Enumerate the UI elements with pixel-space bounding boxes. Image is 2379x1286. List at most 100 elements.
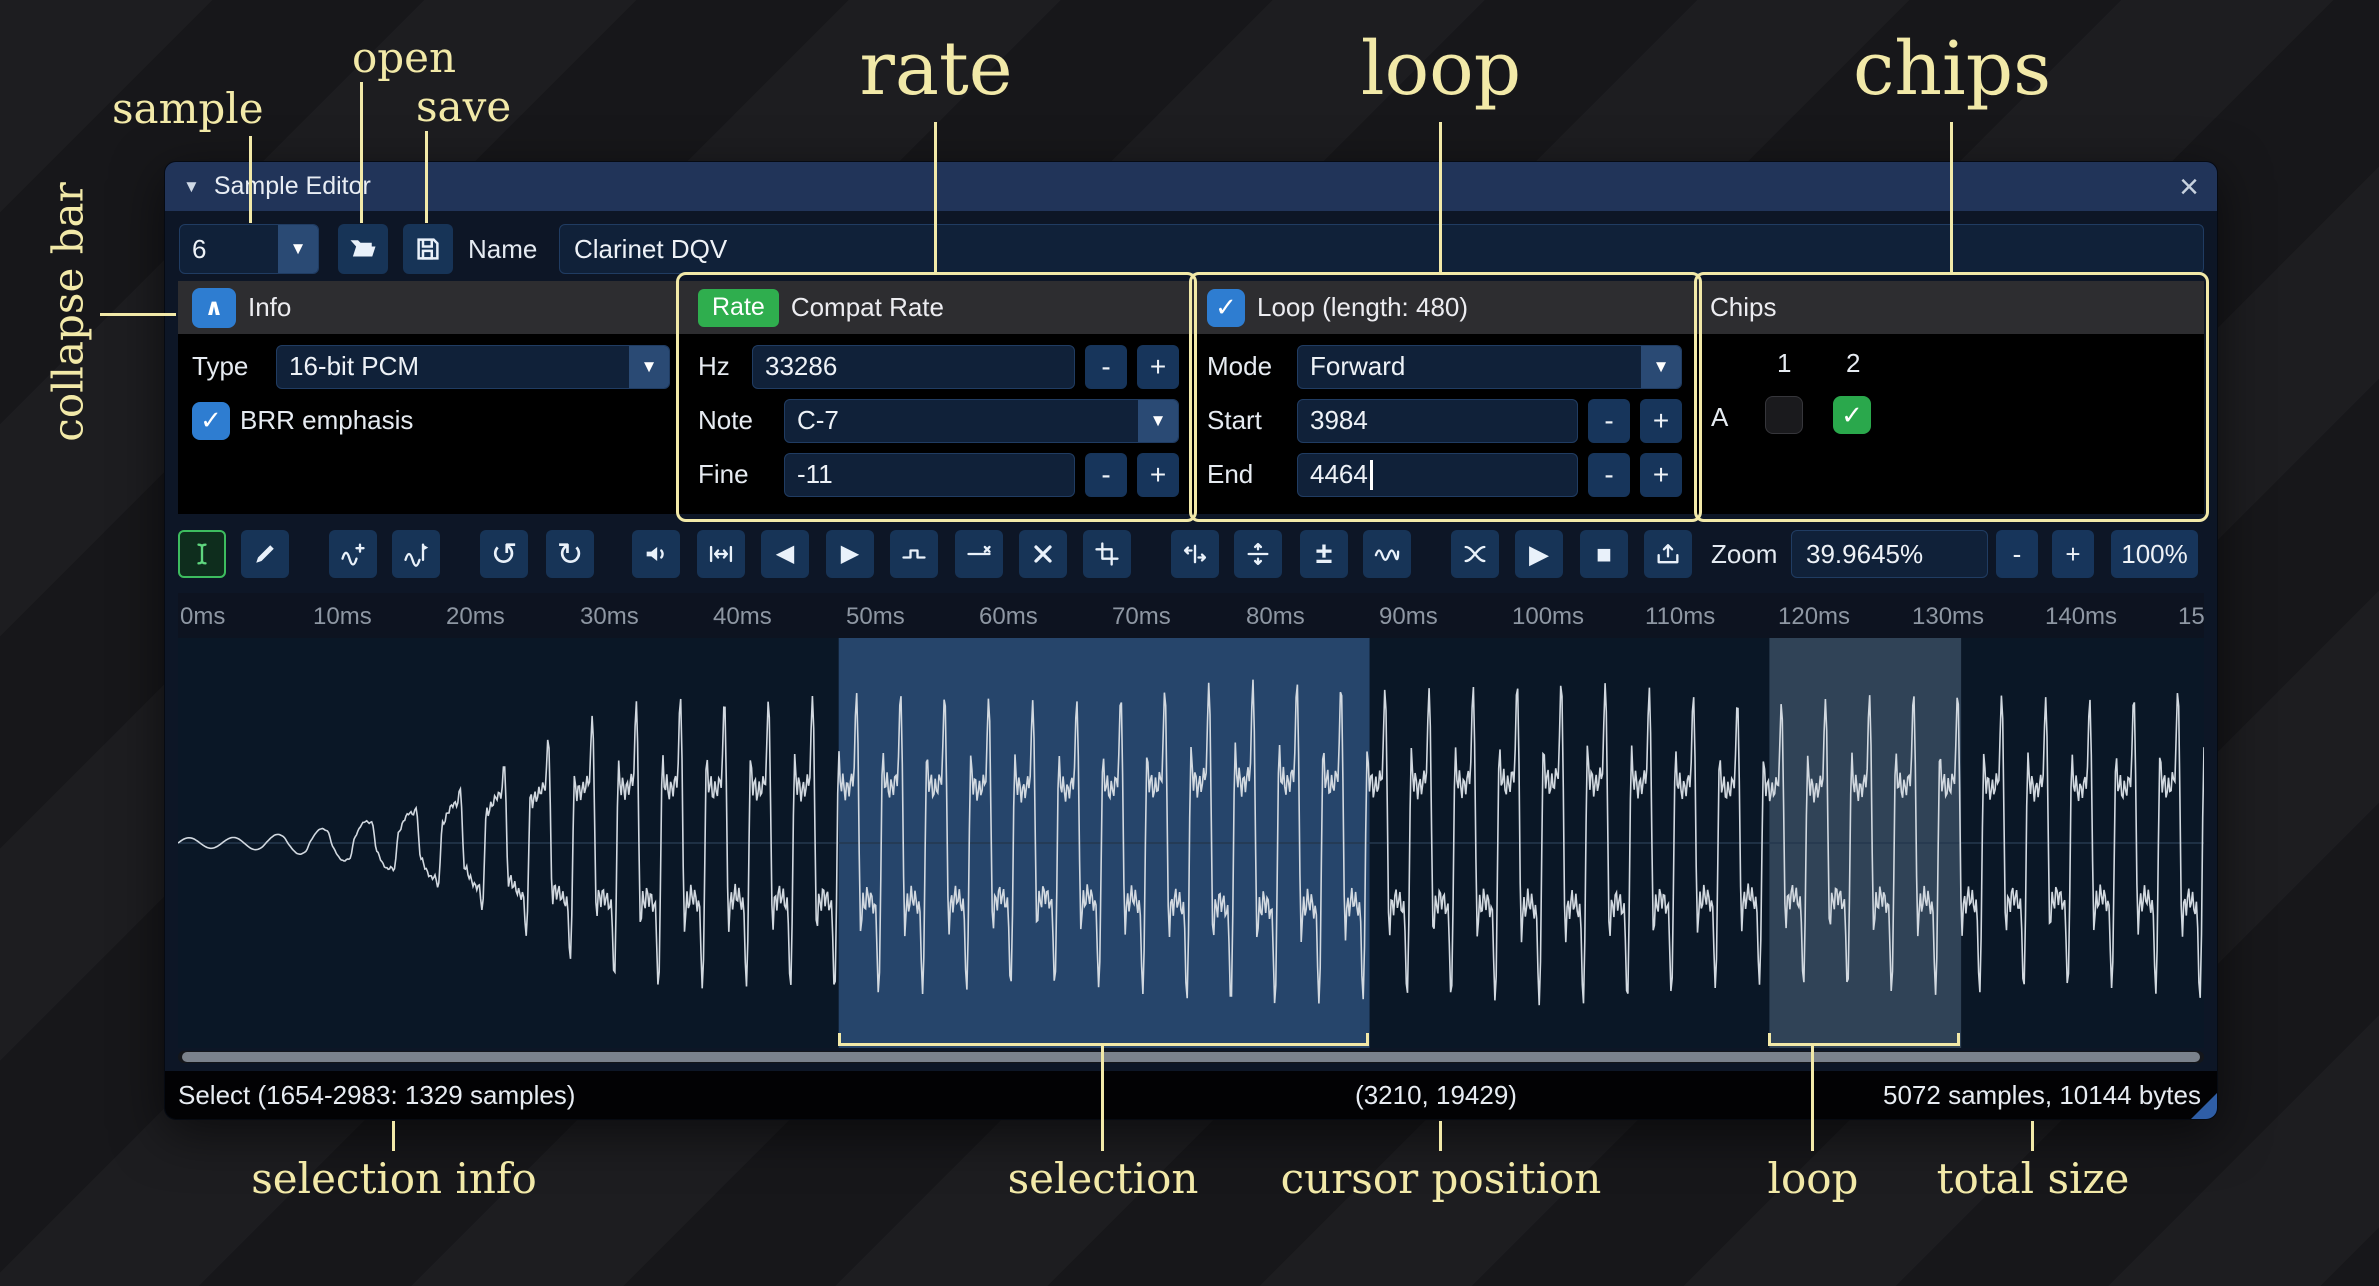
annotation-selection-info: selection info — [251, 1154, 537, 1203]
sample-name-input[interactable]: Clarinet DQV — [559, 224, 2204, 274]
draw-tool-button[interactable] — [241, 530, 289, 578]
selection-bracket — [838, 1033, 1369, 1046]
ruler-label: 100ms — [1512, 603, 1584, 631]
annotation-line — [360, 82, 363, 223]
annotation-cursor-position: cursor position — [1281, 1154, 1602, 1203]
create-instrument-button[interactable] — [1644, 530, 1692, 578]
stop-preview-button[interactable]: ■ — [1580, 530, 1628, 578]
reverse-icon — [1181, 540, 1209, 568]
resize-wave-icon — [339, 540, 367, 568]
ruler-label: 50ms — [846, 603, 905, 631]
amplify-button[interactable] — [632, 530, 680, 578]
brr-emphasis-checkbox[interactable]: ✓ — [192, 402, 230, 440]
close-icon[interactable]: × — [2179, 170, 2199, 204]
fade-in-button[interactable]: ◀ — [761, 530, 809, 578]
type-label: Type — [192, 351, 266, 382]
crossfade-icon — [1461, 540, 1489, 568]
fade-out-button[interactable]: ▶ — [826, 530, 874, 578]
normalize-icon — [707, 540, 735, 568]
pencil-icon — [251, 540, 279, 568]
waveform-svg — [178, 638, 2204, 1048]
annotation-sample: sample — [112, 84, 264, 133]
status-total-size: 5072 samples, 10144 bytes — [1883, 1071, 2201, 1119]
ruler-label: 60ms — [979, 603, 1038, 631]
waveform-scrollbar[interactable] — [178, 1051, 2204, 1063]
annotation-line — [1101, 1046, 1104, 1151]
scrollbar-thumb[interactable] — [182, 1052, 2200, 1062]
invert-icon — [1244, 540, 1272, 568]
zoom-reset-button[interactable]: 100% — [2111, 530, 2198, 578]
floppy-disk-icon — [413, 234, 443, 264]
loop-bracket — [1768, 1033, 1960, 1046]
sample-type-value: 16-bit PCM — [277, 351, 629, 382]
play-icon: ▶ — [1529, 541, 1549, 567]
zoom-out-button[interactable]: - — [1996, 530, 2038, 578]
trim-button[interactable] — [1083, 530, 1131, 578]
reverse-button[interactable] — [1171, 530, 1219, 578]
annotation-line — [425, 131, 428, 223]
dropdown-arrow-icon: ▼ — [278, 225, 318, 273]
waveform-display[interactable] — [178, 638, 2204, 1048]
annotation-line — [100, 313, 176, 316]
plus-minus-icon: ± — [1316, 539, 1332, 569]
sample-selector-dropdown[interactable]: 6 ▼ — [179, 224, 319, 274]
crossfade-loop-button[interactable] — [1451, 530, 1499, 578]
ruler-label: 40ms — [713, 603, 772, 631]
crop-icon — [1093, 540, 1121, 568]
annotation-line — [1439, 1121, 1442, 1151]
invert-button[interactable] — [1234, 530, 1282, 578]
filter-wave-icon — [1373, 540, 1401, 568]
annotation-open: open — [352, 33, 456, 82]
sample-name-value: Clarinet DQV — [574, 234, 727, 265]
info-panel-title: Info — [248, 292, 291, 323]
speaker-icon — [642, 540, 670, 568]
save-sample-button[interactable] — [403, 224, 453, 274]
normalize-button[interactable] — [697, 530, 745, 578]
resize-button[interactable] — [329, 530, 377, 578]
ruler-label: 10ms — [313, 603, 372, 631]
window-title: Sample Editor — [214, 172, 371, 201]
rate-highlight-box — [676, 272, 1197, 522]
filter-button[interactable] — [1363, 530, 1411, 578]
timeline-ruler: 0ms 10ms 20ms 30ms 40ms 50ms 60ms 70ms 8… — [178, 593, 2204, 638]
name-label: Name — [468, 224, 537, 274]
resample-wave-icon — [402, 540, 430, 568]
collapse-chevron-button[interactable]: ∧ — [192, 288, 236, 328]
annotation-loop-bottom: loop — [1768, 1154, 1859, 1203]
ruler-label: 130ms — [1912, 603, 1984, 631]
window-resize-grip[interactable] — [2191, 1093, 2217, 1119]
delete-button[interactable] — [1019, 530, 1067, 578]
open-sample-button[interactable] — [338, 224, 388, 274]
status-selection-info: Select (1654-2983: 1329 samples) — [178, 1071, 575, 1119]
zoom-in-button[interactable]: + — [2052, 530, 2094, 578]
resample-button[interactable] — [392, 530, 440, 578]
ruler-label: 0ms — [180, 603, 225, 631]
sign-invert-button[interactable]: ± — [1300, 530, 1348, 578]
zoom-label: Zoom — [1711, 530, 1777, 578]
annotation-collapse-bar: collapse bar — [44, 182, 93, 441]
insert-silence-button[interactable] — [890, 530, 938, 578]
ruler-label: 80ms — [1246, 603, 1305, 631]
select-tool-button[interactable] — [178, 530, 226, 578]
redo-icon: ↻ — [557, 538, 584, 570]
preview-sample-button[interactable]: ▶ — [1515, 530, 1563, 578]
apply-silence-button[interactable] — [955, 530, 1003, 578]
annotation-chips: chips — [1853, 26, 2051, 112]
sample-type-dropdown[interactable]: 16-bit PCM ▼ — [276, 345, 670, 389]
status-bar: Select (1654-2983: 1329 samples) (3210, … — [165, 1071, 2217, 1119]
annotation-line — [249, 136, 252, 223]
annotation-save: save — [416, 82, 511, 131]
fade-out-icon: ▶ — [841, 542, 859, 566]
desktop-background: ▼ Sample Editor × 6 ▼ Name Clarinet DQV — [0, 0, 2379, 1286]
fade-in-icon: ◀ — [776, 542, 794, 566]
apply-silence-icon — [965, 540, 993, 568]
redo-button[interactable]: ↻ — [546, 530, 594, 578]
undo-icon: ↺ — [491, 538, 518, 570]
brr-emphasis-label: BRR emphasis — [240, 405, 413, 436]
window-collapse-icon[interactable]: ▼ — [183, 177, 200, 197]
undo-button[interactable]: ↺ — [480, 530, 528, 578]
titlebar[interactable]: ▼ Sample Editor × — [165, 162, 2217, 211]
zoom-input[interactable]: 39.9645% — [1791, 530, 1988, 578]
open-folder-icon — [348, 234, 378, 264]
annotation-line — [392, 1121, 395, 1151]
